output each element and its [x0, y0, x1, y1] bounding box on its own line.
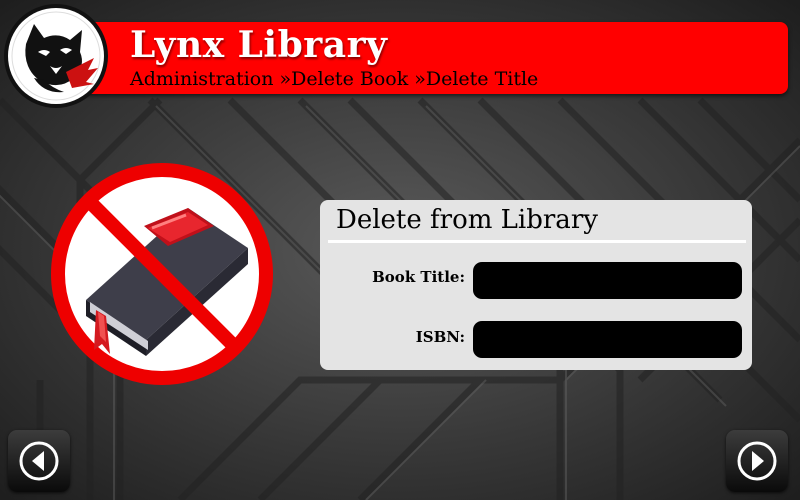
isbn-label: ISBN: [415, 328, 465, 346]
isbn-input[interactable] [473, 321, 742, 358]
next-button[interactable] [726, 430, 788, 492]
back-button[interactable] [8, 430, 70, 492]
lynx-logo-icon [4, 4, 108, 108]
app-title: Lynx Library [130, 24, 388, 66]
delete-form-panel: Delete from Library Book Title: ISBN: [320, 200, 752, 370]
arrow-right-icon [737, 441, 777, 481]
breadcrumb: Administration »Delete Book »Delete Titl… [130, 68, 539, 90]
panel-title: Delete from Library [336, 205, 598, 235]
book-title-label: Book Title: [372, 268, 465, 286]
book-title-input[interactable] [473, 262, 742, 299]
no-book-icon [48, 160, 276, 388]
arrow-left-icon [19, 441, 59, 481]
divider [328, 240, 746, 243]
